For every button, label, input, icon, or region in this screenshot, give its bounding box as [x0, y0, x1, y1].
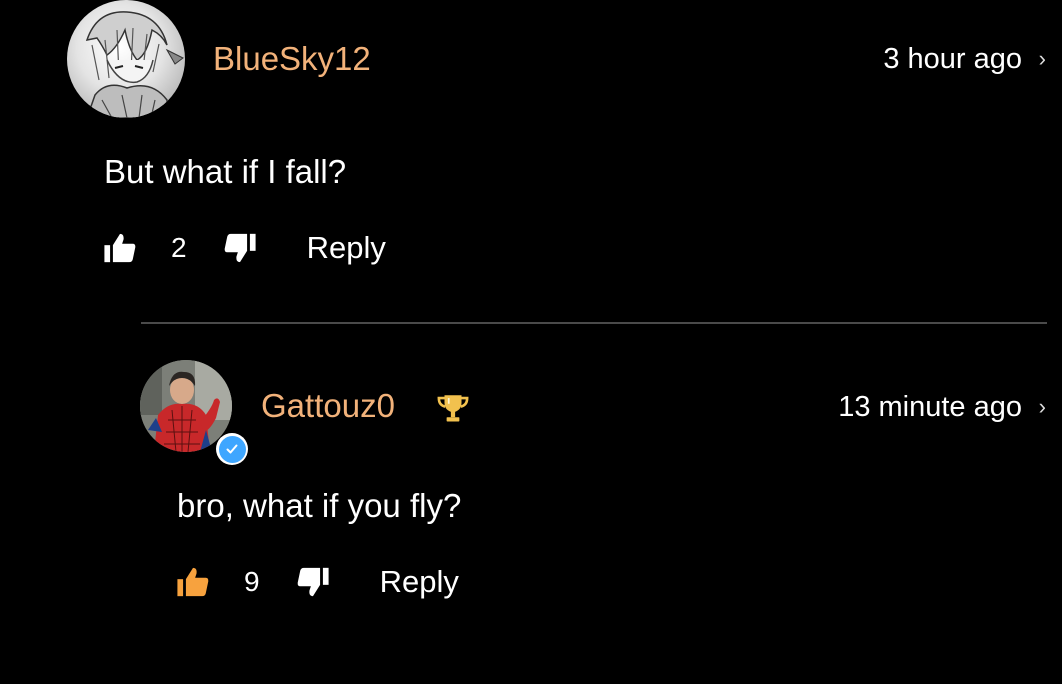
avatar-bluesky12[interactable] [67, 0, 185, 118]
like-count: 2 [171, 232, 187, 263]
verified-check-icon [218, 435, 246, 463]
comment-text: But what if I fall? [104, 153, 347, 190]
thumbs-up-icon[interactable] [103, 231, 137, 265]
username[interactable]: Gattouz0 [261, 387, 395, 425]
comment-actions: 2 Reply [103, 228, 386, 268]
username[interactable]: BlueSky12 [213, 40, 371, 78]
thumbs-down-icon[interactable] [223, 231, 257, 265]
comment-actions: 9 Reply [176, 562, 459, 602]
trophy-icon [437, 395, 469, 422]
thread-divider [141, 322, 1047, 324]
thumbs-down-icon[interactable] [296, 565, 330, 599]
reply-button[interactable]: Reply [380, 564, 459, 600]
avatar-gattouz0[interactable] [140, 360, 232, 452]
spiderman-costume-avatar-icon [140, 360, 232, 452]
thumbs-up-filled-icon[interactable] [176, 565, 210, 599]
verified-badge [216, 433, 248, 465]
manga-character-avatar-icon [85, 11, 184, 118]
timestamp: 13 minute ago [838, 391, 1022, 423]
chevron-right-icon[interactable]: › [1039, 394, 1046, 420]
timestamp: 3 hour ago [883, 43, 1022, 75]
comment-bluesky12: BlueSky12 3 hour ago › But what if I fal… [0, 0, 1062, 300]
comment-text: bro, what if you fly? [177, 487, 462, 524]
like-count: 9 [244, 566, 260, 597]
chevron-right-icon[interactable]: › [1039, 46, 1046, 72]
reply-button[interactable]: Reply [307, 230, 386, 266]
